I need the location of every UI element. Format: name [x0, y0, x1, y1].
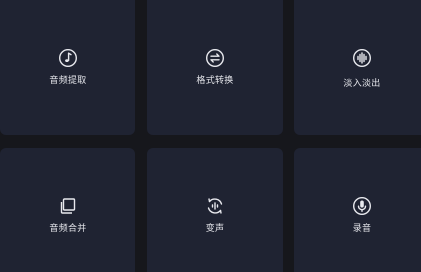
audio-merge-label: 音频合并	[49, 224, 87, 234]
convert-arrows-icon	[205, 48, 225, 68]
music-note-icon	[58, 48, 78, 68]
microphone-icon	[352, 196, 372, 216]
audio-tools-grid: 音频提取 格式转换 淡入淡出 音频合并 变声 录音	[0, 0, 421, 272]
voice-change-label: 变声	[205, 224, 225, 234]
stacked-pages-icon	[58, 196, 78, 216]
format-convert-tile[interactable]: 格式转换	[147, 0, 283, 135]
audio-merge-tile[interactable]: 音频合并	[0, 148, 135, 272]
record-label: 录音	[352, 224, 372, 234]
fade-in-out-label: 淡入淡出	[343, 79, 381, 89]
audio-extract-tile[interactable]: 音频提取	[0, 0, 135, 135]
format-convert-label: 格式转换	[196, 76, 234, 86]
audio-extract-label: 音频提取	[49, 76, 87, 86]
voice-change-tile[interactable]: 变声	[147, 148, 283, 272]
record-tile[interactable]: 录音	[294, 148, 421, 272]
voice-change-icon	[205, 196, 225, 216]
waveform-icon	[352, 48, 372, 68]
fade-in-out-tile[interactable]: 淡入淡出	[294, 0, 421, 135]
